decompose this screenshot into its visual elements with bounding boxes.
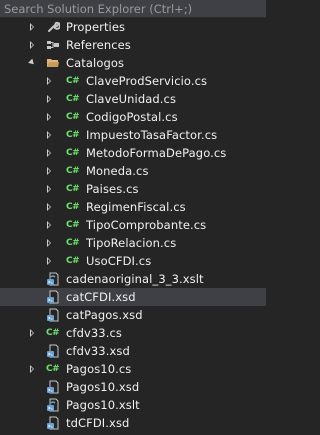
- tree-item-label: tdCFDI.xsd: [66, 416, 130, 430]
- csharp-file-icon: C#: [66, 238, 80, 248]
- search-box[interactable]: Search Solution Explorer (Ctrl+;): [0, 0, 266, 18]
- xsd-file-icon: [46, 380, 60, 394]
- collapsed-arrow-icon[interactable]: [44, 252, 54, 270]
- tree-item-label: ClaveUnidad.cs: [86, 92, 177, 106]
- search-input[interactable]: Search Solution Explorer (Ctrl+;): [4, 2, 192, 16]
- tree-item[interactable]: catCFDI.xsd: [0, 288, 266, 306]
- tree-item[interactable]: C# CodigoPostal.cs: [0, 108, 266, 126]
- csharp-file-icon: C#: [66, 202, 80, 212]
- tree-item[interactable]: C# Moneda.cs: [0, 162, 266, 180]
- csharp-file-icon: C#: [66, 184, 80, 194]
- solution-explorer: { "search": { "placeholder": "Search Sol…: [0, 0, 266, 435]
- tree-item[interactable]: cfdv33.xsd: [0, 342, 266, 360]
- tree-item[interactable]: C# TipoComprobante.cs: [0, 216, 266, 234]
- xsd-file-icon: [46, 290, 60, 304]
- collapsed-arrow-icon[interactable]: [44, 198, 54, 216]
- tree-item-label: Pagos10.cs: [66, 362, 132, 376]
- tree-item[interactable]: C# TipoRelacion.cs: [0, 234, 266, 252]
- collapsed-arrow-icon[interactable]: [44, 234, 54, 252]
- tree-item[interactable]: C# RegimenFiscal.cs: [0, 198, 266, 216]
- tree-item[interactable]: C# Paises.cs: [0, 180, 266, 198]
- collapsed-arrow-icon[interactable]: [44, 216, 54, 234]
- collapsed-arrow-icon[interactable]: [27, 360, 37, 378]
- tree-item-label: Pagos10.xslt: [66, 398, 140, 412]
- tree-item[interactable]: Pagos10.xsd: [0, 378, 266, 396]
- csharp-file-icon: C#: [46, 364, 60, 374]
- folder-open-icon: [46, 56, 60, 70]
- tree-item-label: TipoRelacion.cs: [86, 236, 177, 250]
- tree-item[interactable]: C# UsoCFDI.cs: [0, 252, 266, 270]
- csharp-file-icon: C#: [66, 76, 80, 86]
- csharp-file-icon: C#: [66, 166, 80, 176]
- tree-item[interactable]: cadenaoriginal_3_3.xslt: [0, 270, 266, 288]
- expanded-arrow-icon[interactable]: [27, 54, 37, 72]
- solution-tree: Properties References Catalogos C# ClaveProd…: [0, 18, 266, 432]
- collapsed-arrow-icon[interactable]: [27, 18, 37, 36]
- references-icon: [46, 38, 60, 52]
- tree-item-label: cfdv33.xsd: [66, 344, 130, 358]
- tree-item-label: TipoComprobante.cs: [86, 218, 207, 232]
- xslt-file-icon: [46, 272, 60, 286]
- tree-item[interactable]: C# Pagos10.cs: [0, 360, 266, 378]
- tree-item-label: CodigoPostal.cs: [86, 110, 178, 124]
- xsd-file-icon: [46, 344, 60, 358]
- tree-item-label: Paises.cs: [86, 182, 139, 196]
- csharp-file-icon: C#: [66, 148, 80, 158]
- tree-item-label: catPagos.xsd: [66, 308, 143, 322]
- csharp-file-icon: C#: [46, 328, 60, 338]
- tree-item[interactable]: C# ImpuestoTasaFactor.cs: [0, 126, 266, 144]
- collapsed-arrow-icon[interactable]: [44, 162, 54, 180]
- tree-item[interactable]: catPagos.xsd: [0, 306, 266, 324]
- wrench-icon: [46, 20, 61, 34]
- tree-item[interactable]: References: [0, 36, 266, 54]
- tree-item[interactable]: C# cfdv33.cs: [0, 324, 266, 342]
- collapsed-arrow-icon[interactable]: [44, 180, 54, 198]
- tree-item-label: cadenaoriginal_3_3.xslt: [66, 272, 204, 286]
- tree-item[interactable]: Catalogos: [0, 54, 266, 72]
- tree-item-label: References: [66, 38, 131, 52]
- collapsed-arrow-icon[interactable]: [44, 126, 54, 144]
- tree-item-label: Properties: [66, 20, 126, 34]
- collapsed-arrow-icon[interactable]: [44, 144, 54, 162]
- tree-item-label: MetodoFormaDePago.cs: [86, 146, 227, 160]
- xsd-file-icon: [46, 416, 60, 430]
- tree-item[interactable]: C# ClaveUnidad.cs: [0, 90, 266, 108]
- tree-item-label: Catalogos: [66, 56, 125, 70]
- xslt-file-icon: [46, 398, 60, 412]
- xsd-file-icon: [46, 308, 60, 322]
- csharp-file-icon: C#: [66, 112, 80, 122]
- tree-item[interactable]: Properties: [0, 18, 266, 36]
- collapsed-arrow-icon[interactable]: [27, 324, 37, 342]
- tree-item-label: Moneda.cs: [86, 164, 149, 178]
- tree-item-label: UsoCFDI.cs: [86, 254, 152, 268]
- tree-item-label: RegimenFiscal.cs: [86, 200, 186, 214]
- tree-item-label: cfdv33.cs: [66, 326, 122, 340]
- collapsed-arrow-icon[interactable]: [44, 72, 54, 90]
- csharp-file-icon: C#: [66, 94, 80, 104]
- tree-item[interactable]: C# MetodoFormaDePago.cs: [0, 144, 266, 162]
- csharp-file-icon: C#: [66, 220, 80, 230]
- collapsed-arrow-icon[interactable]: [27, 36, 37, 54]
- tree-item-label: ClaveProdServicio.cs: [86, 74, 208, 88]
- collapsed-arrow-icon[interactable]: [44, 90, 54, 108]
- csharp-file-icon: C#: [66, 130, 80, 140]
- tree-item[interactable]: C# ClaveProdServicio.cs: [0, 72, 266, 90]
- tree-item[interactable]: Pagos10.xslt: [0, 396, 266, 414]
- tree-item-label: catCFDI.xsd: [66, 290, 136, 304]
- collapsed-arrow-icon[interactable]: [44, 108, 54, 126]
- tree-item[interactable]: tdCFDI.xsd: [0, 414, 266, 432]
- tree-item-label: ImpuestoTasaFactor.cs: [86, 128, 218, 142]
- tree-item-label: Pagos10.xsd: [66, 380, 140, 394]
- csharp-file-icon: C#: [66, 256, 80, 266]
